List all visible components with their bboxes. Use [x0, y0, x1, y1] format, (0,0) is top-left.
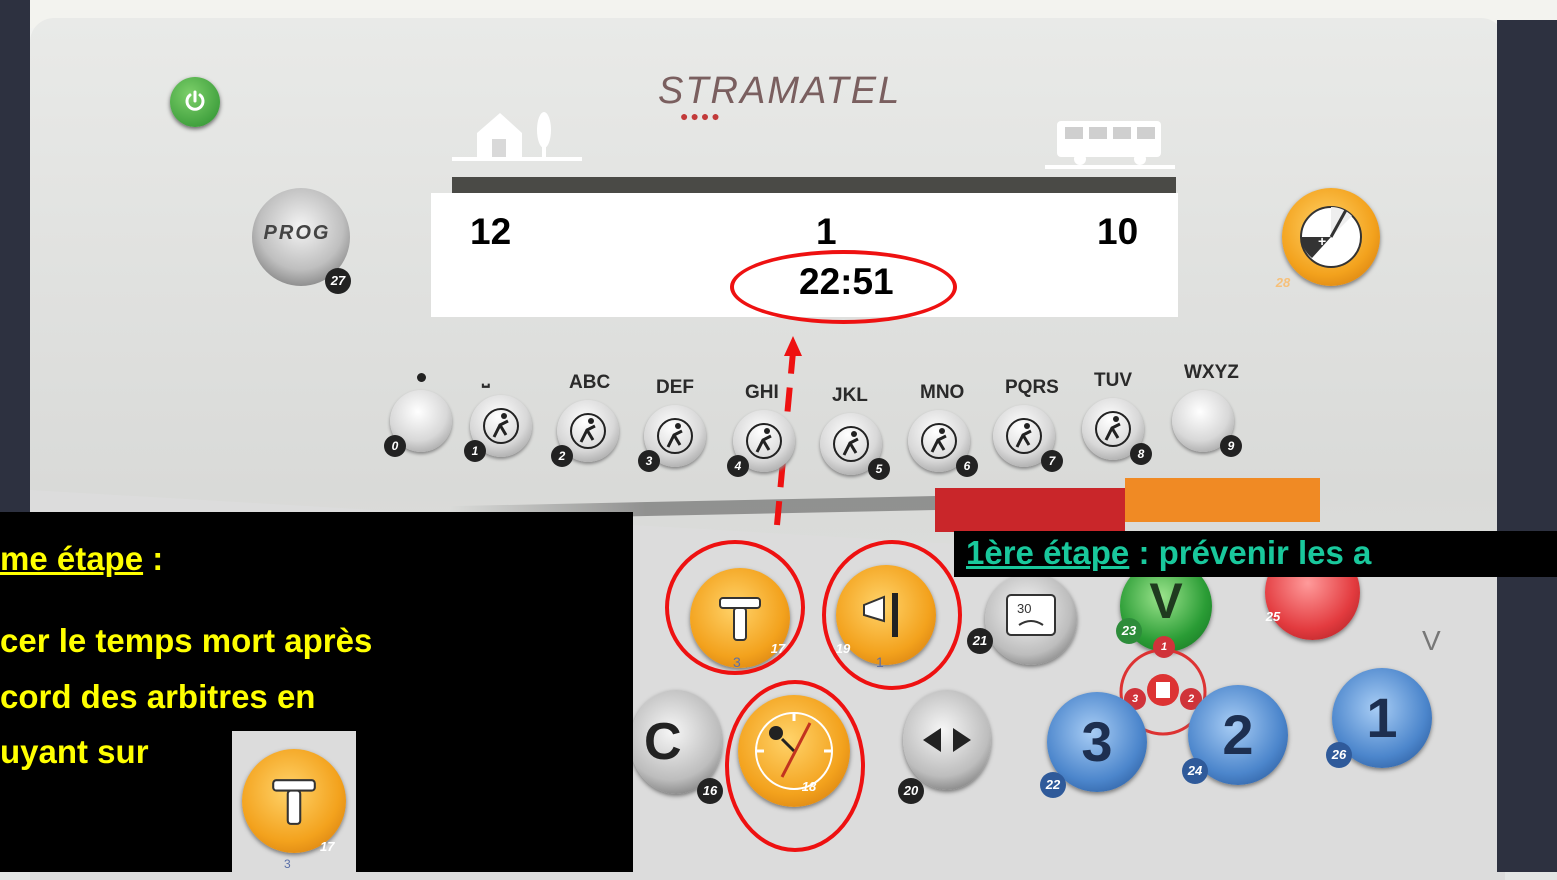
prog-label: PROG	[263, 222, 331, 244]
right-bezel	[1497, 20, 1557, 872]
power-icon	[185, 90, 205, 111]
home-team-icon	[452, 112, 582, 161]
step2-heading: me étape :	[0, 540, 163, 578]
guest-team-icon	[1045, 121, 1175, 169]
sport-icon-4	[746, 423, 782, 459]
sport-icon-2	[570, 413, 606, 449]
team-2-number-badge: 24	[1182, 758, 1208, 784]
keypad-letters-4: GHI	[745, 382, 779, 403]
shot-clock-number-badge: 28	[1275, 275, 1291, 290]
keypad-number-5: 5	[868, 458, 890, 480]
step2-line-3: uyant sur	[0, 733, 149, 770]
team-3-number-badge: 22	[1040, 772, 1066, 798]
brand-logo: STRAMATEL	[658, 70, 902, 112]
clear-number-badge: 16	[697, 778, 723, 804]
keypad-number-0: 0	[384, 435, 406, 457]
home-score: 12	[470, 211, 512, 252]
horn-highlight-circle	[822, 540, 962, 690]
sport-icon-5	[833, 426, 869, 462]
keypad-number-6: 6	[956, 455, 978, 477]
keypad-letters-1: ⎵	[482, 367, 490, 388]
clock-highlight-circle	[725, 680, 865, 852]
display-icon-text: 30	[1017, 601, 1031, 616]
keypad-letters-3: DEF	[656, 377, 694, 398]
keypad-number-1: 1	[464, 440, 486, 462]
time-highlight-circle	[730, 250, 957, 324]
arrows-button[interactable]	[903, 690, 991, 790]
keypad-letters-9: WXYZ	[1184, 362, 1239, 383]
shot-clock-button[interactable]: +	[1282, 188, 1380, 286]
timeout-highlight-circle	[665, 540, 805, 675]
orange-stripe	[1125, 478, 1320, 522]
period: 1	[816, 211, 837, 252]
possession-clock-icon: +	[1300, 206, 1362, 268]
sport-icon-1	[483, 408, 519, 444]
keypad-number-2: 2	[551, 445, 573, 467]
keypad-number-8: 8	[1130, 443, 1152, 465]
thumbnail-timeout-button	[242, 749, 346, 853]
display-icon: 30	[1006, 594, 1056, 636]
red-stripe	[935, 488, 1125, 532]
step2-title: me étape	[0, 540, 144, 577]
thumbnail-number: 17	[320, 839, 335, 854]
step2-line-2: cord des arbitres en	[0, 678, 316, 715]
display-number-badge: 21	[967, 628, 993, 654]
key-0-dot	[417, 373, 426, 382]
red-number-badge: 25	[1265, 609, 1281, 624]
timeout-button-thumbnail: 17 3	[232, 731, 356, 872]
keypad-letters-8: TUV	[1094, 370, 1132, 391]
sport-icon-6	[921, 423, 957, 459]
sport-icon-8	[1095, 411, 1131, 447]
arrows-number-badge: 20	[898, 778, 924, 804]
step1-title: 1ère étape	[966, 534, 1130, 571]
keypad-letters-5: JKL	[832, 385, 868, 406]
display-button[interactable]: 30	[985, 573, 1077, 665]
keypad-letters-2: ABC	[569, 372, 611, 393]
thumbnail-sub-mark: 3	[284, 857, 291, 871]
step1-rest: : prévenir les a	[1129, 534, 1372, 571]
guest-score: 10	[1097, 211, 1139, 252]
left-right-arrows-icon	[923, 728, 971, 752]
sport-icon-7	[1006, 418, 1042, 454]
step2-colon: :	[143, 540, 164, 577]
thumbnail-timeout-icon	[272, 779, 316, 825]
keypad-number-7: 7	[1041, 450, 1063, 472]
prog-number-badge: 27	[325, 268, 351, 294]
foul-top-badge: 1	[1153, 636, 1175, 658]
sport-icon-3	[657, 418, 693, 454]
keypad-letters-6: MNO	[920, 382, 965, 403]
keypad-number-9: 9	[1220, 435, 1242, 457]
svg-text:+: +	[1318, 233, 1326, 249]
team-1-number-badge: 26	[1326, 742, 1352, 768]
clear-label: C	[644, 713, 682, 771]
step2-line-1: cer le temps mort après	[0, 622, 373, 659]
keypad-number-4: 4	[727, 455, 749, 477]
small-v-mark: V	[1422, 625, 1441, 656]
keypad-number-3: 3	[638, 450, 660, 472]
logo-dots: ●●●●	[680, 108, 722, 124]
keypad-letters-7: PQRS	[1005, 377, 1059, 398]
power-button[interactable]	[170, 77, 220, 127]
step1-text: 1ère étape : prévenir les a	[954, 531, 1557, 577]
